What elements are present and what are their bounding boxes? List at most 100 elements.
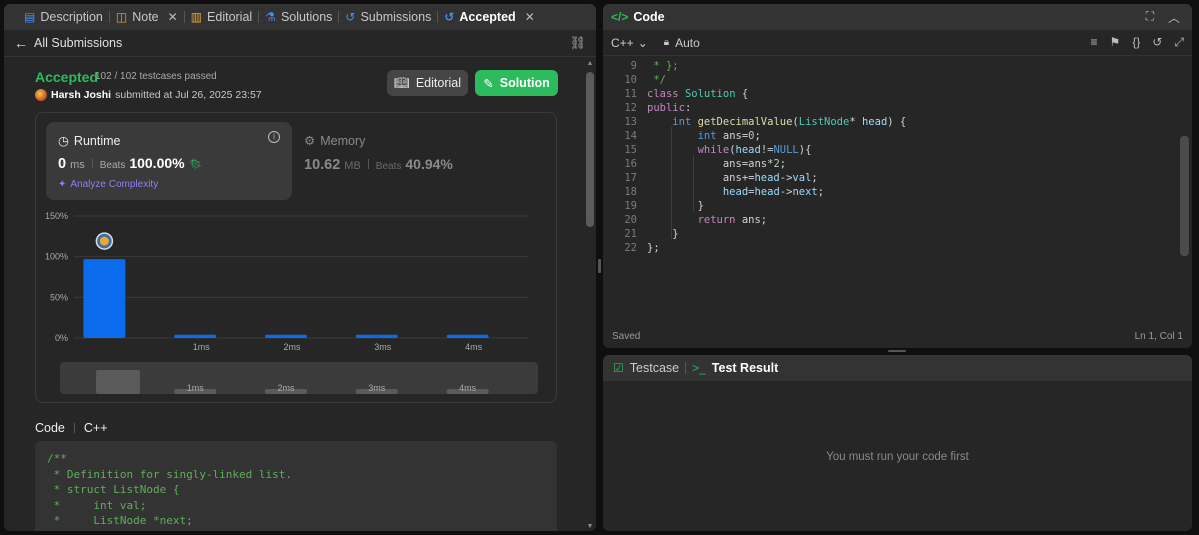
author-name[interactable]: Harsh Joshi (51, 89, 111, 101)
collapse-icon[interactable]: ︿ (1168, 9, 1180, 26)
code-section-title: Code (35, 421, 65, 435)
editor-scroll-thumb[interactable] (1180, 136, 1189, 256)
close-icon[interactable]: ✕ (168, 10, 178, 24)
left-scrollbar[interactable]: ▲ ▼ (586, 60, 594, 530)
tab-solutions[interactable]: ⚗ Solutions (259, 4, 338, 30)
tab-label: Submissions (360, 10, 432, 24)
book-icon: 📖︎ (393, 75, 410, 90)
editor-line[interactable]: 12 public: (603, 102, 691, 116)
code-icon: </> (611, 10, 629, 24)
y-tick-label: 0% (55, 333, 68, 343)
scroll-up-icon[interactable]: ▲ (586, 60, 594, 67)
tab-description[interactable]: ▤ Description (18, 4, 109, 30)
runtime-card[interactable]: ◷ Runtime i 0 ms Beats 100.00% 🪲︎ ✦ Anal… (46, 122, 292, 200)
tab-submissions[interactable]: ↺ Submissions (339, 4, 437, 30)
editor-line[interactable]: 20 return ans; (603, 214, 767, 228)
memory-values[interactable]: 10.62 MB Beats 40.94% (304, 156, 453, 173)
fullscreen-icon[interactable]: ⛶ (1146, 9, 1154, 26)
chart-bar[interactable] (265, 334, 307, 338)
editor-scrollbar[interactable] (1180, 60, 1189, 316)
editor-line[interactable]: 15 while(head!=NULL){ (603, 144, 811, 158)
test-empty-message: You must run your code first (826, 451, 969, 463)
editor-line[interactable]: 10 */ (603, 74, 666, 88)
navigator-label: 3ms (368, 383, 386, 393)
line-code: } (647, 200, 704, 212)
chart-bar[interactable] (83, 259, 126, 338)
auto-mode-toggle[interactable]: Auto (675, 36, 700, 50)
code-line: * int val; (47, 498, 147, 512)
code-line: * ListNode() : val(0), next(nullptr) {} (47, 529, 545, 532)
analyze-complexity-link[interactable]: ✦ Analyze Complexity (58, 179, 158, 190)
line-code: */ (647, 74, 666, 86)
horizontal-resize-handle[interactable] (888, 350, 906, 352)
editorial-button[interactable]: 📖︎ Editorial (387, 70, 468, 96)
editor-line[interactable]: 17 ans+=head->val; (603, 172, 817, 186)
line-number: 19 (624, 200, 637, 212)
test-panel: ☑ Testcase >_ Test Result You must run y… (603, 355, 1192, 531)
memory-title[interactable]: ⚙ Memory (304, 133, 365, 149)
bookmark-icon[interactable]: ⚑ (1110, 35, 1121, 50)
x-tick-label: 2ms (283, 342, 301, 352)
braces-icon[interactable]: {} (1132, 35, 1140, 50)
submission-status: Accepted (35, 69, 99, 85)
navigator-bar (96, 370, 140, 394)
line-code: ans+=head->val; (647, 172, 818, 184)
line-number: 14 (624, 130, 637, 142)
info-icon[interactable]: i (268, 131, 280, 143)
code-editor-panel: </> Code ⛶ ︿ C++ ⌄ 🔒︎ Auto ≡ ⚑ {} ↺ ⤢ 9 … (603, 4, 1192, 348)
line-number: 11 (624, 88, 637, 100)
tab-note[interactable]: ◫ Note ✕ (110, 4, 184, 30)
code-header-actions: ⛶ ︿ (1146, 9, 1192, 26)
line-number: 10 (624, 74, 637, 86)
tab-editorial[interactable]: ▥ Editorial (185, 4, 259, 30)
line-code: public: (647, 102, 692, 114)
link-icon[interactable]: ⛓ (569, 35, 586, 51)
line-number: 12 (624, 102, 637, 114)
memory-beats-value: 40.94% (405, 156, 453, 172)
chart-bar[interactable] (446, 334, 489, 338)
submission-author: Harsh Joshi submitted at Jul 26, 2025 23… (35, 89, 262, 101)
code-editor[interactable]: 9 * }; 10 */11 class Solution {12 public: 13… (603, 57, 1192, 319)
scroll-thumb[interactable] (586, 72, 594, 227)
editor-line[interactable]: 11 class Solution { (603, 88, 748, 102)
chart-bar[interactable] (355, 334, 398, 338)
editor-line[interactable]: 19 } (603, 200, 704, 214)
runtime-distribution-chart[interactable]: 0% 50% 100% 150% 1ms 2ms 3ms 4ms 1ms 2ms 3ms 4ms (36, 208, 558, 398)
editor-line[interactable]: 21 } (603, 228, 678, 242)
expand-icon[interactable]: ⤢ (1174, 35, 1184, 50)
chevron-down-icon: ⌄ (637, 35, 648, 50)
arrow-left-icon[interactable]: ← (14, 35, 28, 51)
line-number: 17 (624, 172, 637, 184)
chart-bar[interactable] (174, 334, 217, 338)
runtime-unit: ms (70, 159, 85, 171)
line-code: class Solution { (647, 88, 749, 100)
editor-line[interactable]: 14 int ans=0; (603, 130, 760, 144)
close-icon[interactable]: ✕ (525, 10, 535, 24)
y-tick-label: 150% (45, 211, 68, 221)
value-divider (367, 159, 369, 169)
tab-test-result[interactable]: Test Result (712, 361, 778, 375)
avatar[interactable] (35, 89, 47, 101)
editor-line[interactable]: 9 * }; (603, 60, 679, 74)
all-submissions-link[interactable]: All Submissions (34, 36, 122, 50)
format-icon[interactable]: ≡ (1091, 35, 1098, 50)
editor-line[interactable]: 22}; (603, 242, 659, 256)
solution-button[interactable]: ✎ Solution (475, 70, 558, 96)
tab-accepted[interactable]: ↺ Accepted ✕ (438, 4, 540, 30)
memory-unit: MB (344, 160, 361, 172)
vertical-resize-handle[interactable] (598, 259, 601, 273)
code-section-header: Code C++ (35, 421, 108, 435)
editor-line[interactable]: 16 ans=ans*2; (603, 158, 786, 172)
editor-line[interactable]: 18 head=head->next; (603, 186, 824, 200)
tab-testcase[interactable]: Testcase (630, 361, 679, 375)
runtime-values: 0 ms Beats 100.00% 🪲︎ (58, 155, 203, 172)
language-select[interactable]: C++ ⌄ (611, 36, 648, 50)
scroll-down-icon[interactable]: ▼ (586, 523, 594, 530)
memory-value: 10.62 (304, 157, 341, 173)
editor-line[interactable]: 13 int getDecimalValue(ListNode* head) { (603, 116, 906, 130)
submitted-code-block[interactable]: /** * Definition for singly-linked list.… (35, 441, 557, 531)
reset-icon[interactable]: ↺ (1152, 35, 1162, 50)
clock-icon: ◷ (58, 134, 69, 148)
description-icon: ▤ (24, 10, 36, 24)
code-section-lang: C++ (83, 421, 108, 435)
